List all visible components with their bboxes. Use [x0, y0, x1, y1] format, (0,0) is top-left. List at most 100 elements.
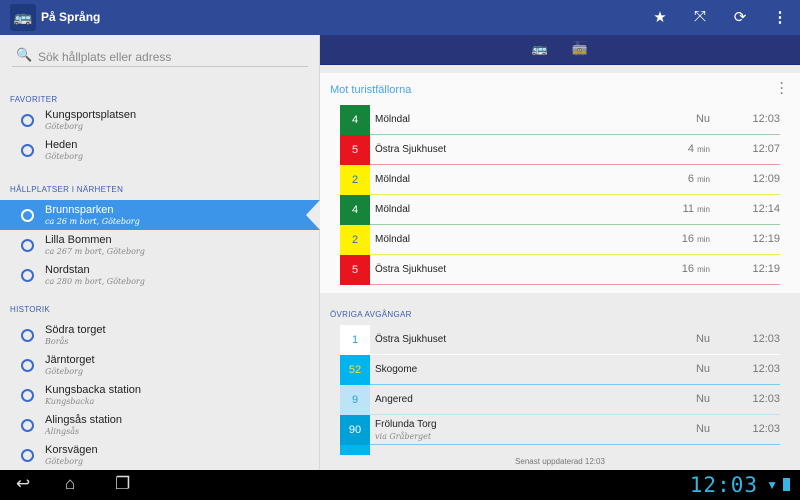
destination: Mölndal	[375, 174, 411, 185]
stop-item[interactable]: Kungsbacka station Kungsbacka	[0, 380, 320, 410]
departure-row[interactable]: 4 Mölndal 11 min 12:14	[340, 195, 780, 225]
minutes-value: Nu	[695, 363, 710, 375]
stop-item[interactable]: Brunnsparken ca 26 m bort, Göteborg	[0, 200, 320, 230]
home-icon[interactable]: ⌂	[65, 474, 75, 494]
minutes-value: Nu	[695, 393, 710, 405]
line-badge: 9	[340, 385, 370, 415]
departure-row[interactable]: 52 Skogome Nu 12:03	[340, 355, 780, 385]
minutes-value: 16	[681, 263, 695, 275]
stop-name: Brunnsparken	[45, 204, 114, 216]
star-icon[interactable]: ★	[650, 8, 670, 26]
destination: Östra Sjukhuset	[375, 334, 447, 345]
line-badge: 4	[340, 195, 370, 225]
departure-time: 12:03	[752, 113, 780, 125]
departure-time: 12:14	[752, 203, 780, 215]
line-badge: 5	[340, 135, 370, 165]
system-nav-bar: ↩ ⌂ ❐ 12:03 ▼	[0, 470, 800, 500]
departure-time: 12:19	[752, 233, 780, 245]
minutes-value: Nu	[695, 113, 710, 125]
stop-name: Nordstan	[45, 264, 90, 276]
stop-item[interactable]: Järntorget Göteborg	[0, 350, 320, 380]
search-input[interactable]: 🔍 Sök hållplats eller adress	[12, 47, 308, 67]
line-badge: 5	[340, 255, 370, 285]
stop-circle-icon	[21, 359, 34, 372]
minutes-unit: min	[697, 145, 710, 154]
battery-icon	[783, 478, 790, 491]
overflow-menu-icon[interactable]: ⋮	[770, 8, 790, 26]
minutes-value: Nu	[695, 423, 710, 435]
stop-circle-icon	[21, 449, 34, 462]
app-title: På Språng	[41, 10, 101, 24]
stop-circle-icon	[21, 209, 34, 222]
minutes-value: 4	[687, 143, 695, 155]
minutes-unit: min	[697, 175, 710, 184]
stop-location: Göteborg	[45, 122, 84, 131]
back-icon[interactable]: ↩	[16, 474, 30, 494]
minutes-unit: min	[697, 265, 710, 274]
departure-row[interactable]: 2 Mölndal 16 min 12:19	[340, 225, 780, 255]
departure-time: 12:03	[752, 393, 780, 405]
minutes-value: Nu	[695, 333, 710, 345]
bus-icon[interactable]: 🚌	[530, 41, 550, 57]
other-departures-heading: ÖVRIGA AVGÅNGAR	[330, 310, 412, 319]
minutes-left: Nu	[696, 333, 710, 345]
stop-item[interactable]: Nordstan ca 280 m bort, Göteborg	[0, 260, 320, 290]
destination: Mölndal	[375, 114, 411, 125]
stop-item[interactable]: Kungsportsplatsen Göteborg	[0, 105, 320, 135]
minutes-value: 16	[681, 233, 695, 245]
refresh-icon[interactable]: ⟳	[730, 8, 750, 26]
departure-row[interactable]: 4 Mölndal Nu 12:03	[340, 105, 780, 135]
line-badge: 2	[340, 165, 370, 195]
destination: Mölndal	[375, 204, 411, 215]
stop-location: Kungsbacka	[45, 397, 95, 406]
departure-row[interactable]: 9 Angered Nu 12:03	[340, 385, 780, 415]
stop-location: Göteborg	[45, 367, 84, 376]
stop-list-panel: 🔍 Sök hållplats eller adress FAVORITER H…	[0, 35, 320, 470]
bus-logo-icon[interactable]: 🚌	[10, 4, 36, 31]
transport-tabs: 🚌 🚋	[320, 35, 800, 65]
stop-location: Alingsås	[45, 427, 80, 436]
minutes-value: 11	[682, 203, 695, 215]
stop-item[interactable]: Korsvägen Göteborg	[0, 440, 320, 470]
departure-row[interactable]: 5 Östra Sjukhuset 4 min 12:07	[340, 135, 780, 165]
destination: Skogome	[375, 364, 418, 375]
minutes-unit: min	[697, 235, 710, 244]
stop-name: Alingsås station	[45, 414, 123, 426]
stop-item[interactable]: Heden Göteborg	[0, 135, 320, 165]
minutes-left: Nu	[696, 423, 710, 435]
last-updated: Senast uppdaterad 12:03	[515, 457, 605, 466]
departure-row[interactable]: 1 Östra Sjukhuset Nu 12:03	[340, 325, 780, 355]
map-pins-icon[interactable]: ⤧	[690, 8, 710, 25]
departure-time: 12:03	[752, 423, 780, 435]
status-clock: 12:03	[689, 473, 758, 497]
stop-circle-icon	[21, 114, 34, 127]
card-menu-icon[interactable]: · · ·	[780, 77, 786, 99]
destination: Östra Sjukhuset	[375, 264, 447, 275]
departure-row[interactable]: 5 Östra Sjukhuset 16 min 12:19	[340, 255, 780, 285]
stop-name: Järntorget	[45, 354, 95, 366]
wifi-icon: ▼	[766, 478, 778, 492]
departure-time: 12:19	[752, 263, 780, 275]
departure-row[interactable]: 90 Frölunda Torg via Gråberget Nu 12:03	[340, 415, 780, 445]
stop-location: Göteborg	[45, 457, 84, 466]
recent-apps-icon[interactable]: ❐	[115, 474, 130, 494]
minutes-left: 16 min	[682, 263, 710, 275]
minutes-left: 4 min	[688, 143, 710, 155]
stop-name: Korsvägen	[45, 444, 98, 456]
departure-time: 12:03	[752, 333, 780, 345]
departure-row[interactable]: 2 Mölndal 6 min 12:09	[340, 165, 780, 195]
stop-item[interactable]: Södra torget Borås	[0, 320, 320, 350]
line-badge: 52	[340, 355, 370, 385]
stop-location: Göteborg	[45, 152, 84, 161]
destination: Frölunda Torg	[375, 419, 437, 430]
tram-icon[interactable]: 🚋	[570, 41, 590, 57]
stop-location: Borås	[45, 337, 69, 346]
line-badge-partial	[340, 445, 370, 455]
minutes-left: 16 min	[682, 233, 710, 245]
section-nearby: HÅLLPLATSER I NÄRHETEN	[10, 185, 124, 194]
stop-item[interactable]: Alingsås station Alingsås	[0, 410, 320, 440]
destination: Mölndal	[375, 234, 411, 245]
stop-item[interactable]: Lilla Bommen ca 267 m bort, Göteborg	[0, 230, 320, 260]
direction-title[interactable]: Mot turistfällorna	[330, 84, 411, 96]
minutes-left: Nu	[696, 393, 710, 405]
